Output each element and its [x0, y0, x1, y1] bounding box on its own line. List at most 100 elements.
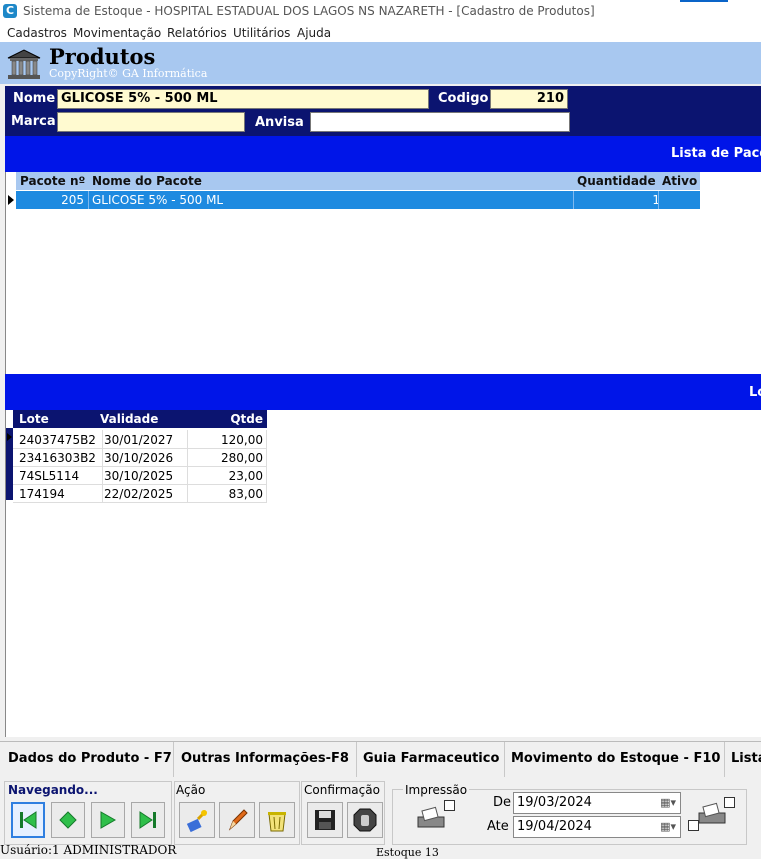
- table-row[interactable]: 74SL5114 30/10/2025 23,00: [13, 466, 267, 485]
- period-print-checkbox-2[interactable]: [688, 820, 699, 831]
- cell-lote: 24037475B2: [19, 433, 96, 447]
- tab-divider: [724, 742, 725, 778]
- printer-icon: [417, 806, 445, 828]
- tab-lista[interactable]: Lista: [731, 751, 761, 766]
- menu-relatorios[interactable]: Relatórios: [167, 26, 227, 40]
- last-record-button[interactable]: [131, 802, 165, 838]
- lotes-band-title: Lo: [749, 385, 761, 400]
- pacotes-grid-header: Pacote nº Nome do Pacote Quantidade Ativ…: [16, 172, 700, 190]
- lotes-grid: Lote Validade Qtde 24037475B2 30/01/2027…: [5, 410, 761, 737]
- anvisa-label: Anvisa: [255, 115, 304, 130]
- tab-divider: [504, 742, 505, 778]
- de-label: De: [493, 795, 512, 810]
- title-accent: [680, 0, 728, 2]
- col-pacote[interactable]: Pacote nº: [20, 174, 85, 188]
- new-button[interactable]: [179, 802, 215, 838]
- menu-movimentacao[interactable]: Movimentação: [73, 26, 161, 40]
- de-date-field[interactable]: 19/03/2024 ▦▾: [513, 792, 681, 814]
- pacotes-band-title: Lista de Pacot: [671, 146, 761, 161]
- ate-date-field[interactable]: 19/04/2024 ▦▾: [513, 816, 681, 838]
- nav-label: Navegando...: [8, 783, 98, 797]
- menu-bar: Cadastros Movimentação Relatórios Utilit…: [0, 22, 761, 42]
- stop-hand-icon: [353, 808, 377, 832]
- impressao-label: Impressão: [403, 783, 470, 797]
- col-quantidade[interactable]: Quantidade: [577, 174, 656, 188]
- prior-record-button[interactable]: [51, 802, 85, 838]
- printer-icon: [698, 802, 726, 824]
- ate-label: Ate: [487, 819, 509, 834]
- page-title: Produtos: [49, 44, 156, 69]
- ate-date-value: 19/04/2024: [517, 819, 592, 834]
- cell-qtde: 120,00: [221, 433, 263, 447]
- table-row[interactable]: 23416303B2 30/10/2026 280,00: [13, 448, 267, 467]
- cell-pacote: 205: [61, 193, 84, 207]
- acao-label: Ação: [176, 783, 206, 797]
- marca-label: Marca: [11, 114, 56, 129]
- first-record-button[interactable]: [11, 802, 45, 838]
- cell-qtde: 280,00: [221, 451, 263, 465]
- pacotes-band: Lista de Pacot: [5, 136, 761, 172]
- cell-nome: GLICOSE 5% - 500 ML: [92, 193, 224, 207]
- tab-bar: Dados do Produto - F7 Outras Informações…: [0, 741, 761, 778]
- first-icon: [20, 811, 37, 829]
- print-button[interactable]: [416, 805, 446, 831]
- lotes-band: Lo: [5, 374, 761, 410]
- calendar-dropdown-icon[interactable]: ▦▾: [660, 796, 676, 809]
- cell-validade: 30/10/2025: [104, 469, 174, 483]
- codigo-field[interactable]: 210: [490, 89, 568, 109]
- menu-utilitarios[interactable]: Utilitários: [233, 26, 290, 40]
- trash-icon: [268, 812, 286, 832]
- marca-field[interactable]: [57, 112, 245, 132]
- menu-cadastros[interactable]: Cadastros: [7, 26, 67, 40]
- next-record-button[interactable]: [91, 802, 125, 838]
- tab-outras-informacoes[interactable]: Outras Informações-F8: [181, 751, 349, 766]
- de-date-value: 19/03/2024: [517, 795, 592, 810]
- status-user: Usuário:1 ADMINISTRADOR: [0, 843, 177, 857]
- lotes-grid-header: Lote Validade Qtde: [13, 410, 267, 428]
- tab-divider: [173, 742, 174, 778]
- window-title: Sistema de Estoque - HOSPITAL ESTADUAL D…: [23, 4, 595, 18]
- calendar-dropdown-icon[interactable]: ▦▾: [660, 820, 676, 833]
- row-indicator-icon: [7, 433, 12, 441]
- pacotes-grid: Pacote nº Nome do Pacote Quantidade Ativ…: [5, 172, 761, 374]
- anvisa-field[interactable]: [310, 112, 570, 132]
- bottom-toolbar: Navegando... Ação Confirmação Impressão …: [0, 777, 761, 850]
- confirmacao-label: Confirmação: [304, 783, 380, 797]
- app-icon: C: [3, 4, 17, 18]
- table-row[interactable]: 24037475B2 30/01/2027 120,00: [13, 430, 267, 449]
- cell-lote: 174194: [19, 487, 65, 501]
- tab-guia-farmaceutico[interactable]: Guia Farmaceutico: [363, 751, 499, 766]
- cell-validade: 22/02/2025: [104, 487, 174, 501]
- col-lote[interactable]: Lote: [19, 412, 49, 426]
- table-row[interactable]: 174194 22/02/2025 83,00: [13, 484, 267, 503]
- copyright-text: CopyRight© GA Informática: [49, 67, 208, 80]
- table-row[interactable]: 205 GLICOSE 5% - 500 ML 1: [16, 191, 700, 209]
- delete-button[interactable]: [259, 802, 295, 838]
- col-qtde[interactable]: Qtde: [230, 412, 263, 426]
- cell-validade: 30/10/2026: [104, 451, 174, 465]
- col-nome-pacote[interactable]: Nome do Pacote: [92, 174, 202, 188]
- page-header: Produtos CopyRight© GA Informática: [0, 42, 761, 84]
- menu-ajuda[interactable]: Ajuda: [297, 26, 331, 40]
- cancel-button[interactable]: [347, 802, 383, 838]
- period-print-checkbox[interactable]: [724, 797, 735, 808]
- tab-movimento-estoque[interactable]: Movimento do Estoque - F10: [511, 751, 720, 766]
- col-ativo[interactable]: Ativo: [662, 174, 697, 188]
- print-checkbox[interactable]: [444, 800, 455, 811]
- edit-button[interactable]: [219, 802, 255, 838]
- col-validade[interactable]: Validade: [100, 412, 158, 426]
- status-extra: Estoque 13: [376, 846, 439, 859]
- cell-lote: 74SL5114: [19, 469, 80, 483]
- print-period-button[interactable]: [697, 801, 727, 827]
- product-form: Nome GLICOSE 5% - 500 ML Codigo 210 Marc…: [5, 86, 761, 136]
- tab-dados-produto[interactable]: Dados do Produto - F7: [8, 751, 172, 766]
- cell-qtde: 83,00: [228, 487, 263, 501]
- building-icon: [6, 48, 42, 83]
- nome-label: Nome: [13, 91, 56, 106]
- save-button[interactable]: [307, 802, 343, 838]
- row-indicator-icon: [8, 195, 14, 205]
- cell-qtde: 23,00: [228, 469, 263, 483]
- edit-icon: [228, 809, 248, 831]
- codigo-label: Codigo: [438, 91, 489, 106]
- nome-field[interactable]: GLICOSE 5% - 500 ML: [57, 89, 429, 109]
